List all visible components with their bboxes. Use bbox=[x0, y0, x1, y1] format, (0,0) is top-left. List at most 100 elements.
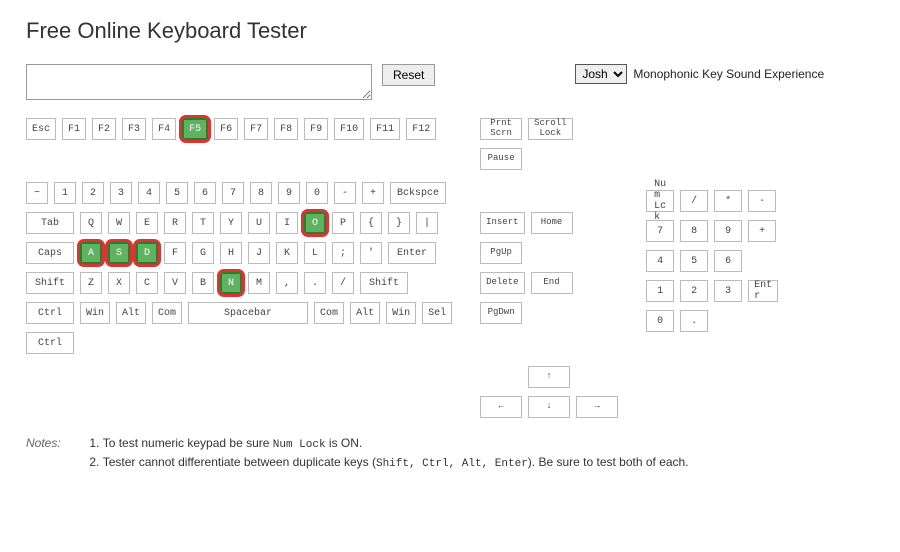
key-win[interactable]: Win bbox=[386, 302, 416, 324]
key-tab[interactable]: Tab bbox=[26, 212, 74, 234]
key--[interactable]: ; bbox=[332, 242, 354, 264]
key-y[interactable]: Y bbox=[220, 212, 242, 234]
key-d[interactable]: D bbox=[136, 242, 158, 264]
key--[interactable]: * bbox=[714, 190, 742, 212]
key-shift[interactable]: Shift bbox=[26, 272, 74, 294]
key-sel[interactable]: Sel bbox=[422, 302, 452, 324]
key--[interactable]: - bbox=[334, 182, 356, 204]
key-8[interactable]: 8 bbox=[680, 220, 708, 242]
key-com[interactable]: Com bbox=[152, 302, 182, 324]
key-scroll-lock[interactable]: ScrollLock bbox=[528, 118, 572, 140]
key-n[interactable]: N bbox=[220, 272, 242, 294]
key-6[interactable]: 6 bbox=[194, 182, 216, 204]
key--[interactable]: | bbox=[416, 212, 438, 234]
key--[interactable]: ↓ bbox=[528, 396, 570, 418]
key-x[interactable]: X bbox=[108, 272, 130, 294]
key-r[interactable]: R bbox=[164, 212, 186, 234]
key-p[interactable]: P bbox=[332, 212, 354, 234]
key-z[interactable]: Z bbox=[80, 272, 102, 294]
key-m[interactable]: M bbox=[248, 272, 270, 294]
key-8[interactable]: 8 bbox=[250, 182, 272, 204]
key-9[interactable]: 9 bbox=[714, 220, 742, 242]
key-g[interactable]: G bbox=[192, 242, 214, 264]
key-f10[interactable]: F10 bbox=[334, 118, 364, 140]
key-f4[interactable]: F4 bbox=[152, 118, 176, 140]
key-j[interactable]: J bbox=[248, 242, 270, 264]
key--[interactable]: - bbox=[748, 190, 776, 212]
key-q[interactable]: Q bbox=[80, 212, 102, 234]
key-l[interactable]: L bbox=[304, 242, 326, 264]
key--[interactable]: + bbox=[748, 220, 776, 242]
key-prnt-scrn[interactable]: PrntScrn bbox=[480, 118, 522, 140]
key-f12[interactable]: F12 bbox=[406, 118, 436, 140]
key--[interactable]: } bbox=[388, 212, 410, 234]
key-c[interactable]: C bbox=[136, 272, 158, 294]
key-insert[interactable]: Insert bbox=[480, 212, 524, 234]
key-h[interactable]: H bbox=[220, 242, 242, 264]
key-end[interactable]: End bbox=[531, 272, 573, 294]
key-i[interactable]: I bbox=[276, 212, 298, 234]
key-alt[interactable]: Alt bbox=[350, 302, 380, 324]
key-win[interactable]: Win bbox=[80, 302, 110, 324]
key-nu-m-lc-k[interactable]: NumLck bbox=[646, 190, 674, 212]
key-3[interactable]: 3 bbox=[714, 280, 742, 302]
keypress-textarea[interactable] bbox=[26, 64, 372, 100]
key-1[interactable]: 1 bbox=[54, 182, 76, 204]
key--[interactable]: ' bbox=[360, 242, 382, 264]
key-caps[interactable]: Caps bbox=[26, 242, 74, 264]
key--[interactable]: ← bbox=[480, 396, 522, 418]
key-0[interactable]: 0 bbox=[646, 310, 674, 332]
key-4[interactable]: 4 bbox=[646, 250, 674, 272]
key-f1[interactable]: F1 bbox=[62, 118, 86, 140]
key-pause[interactable]: Pause bbox=[480, 148, 522, 170]
key-w[interactable]: W bbox=[108, 212, 130, 234]
key-pgdwn[interactable]: PgDwn bbox=[480, 302, 522, 324]
key-2[interactable]: 2 bbox=[82, 182, 104, 204]
key--[interactable]: + bbox=[362, 182, 384, 204]
key-f11[interactable]: F11 bbox=[370, 118, 400, 140]
key-delete[interactable]: Delete bbox=[480, 272, 524, 294]
key-ctrl[interactable]: Ctrl bbox=[26, 332, 74, 354]
key--[interactable]: , bbox=[276, 272, 298, 294]
key-3[interactable]: 3 bbox=[110, 182, 132, 204]
key-f7[interactable]: F7 bbox=[244, 118, 268, 140]
key-bckspce[interactable]: Bckspce bbox=[390, 182, 446, 204]
key--[interactable]: ~ bbox=[26, 182, 48, 204]
key-enter[interactable]: Enter bbox=[388, 242, 436, 264]
reset-button[interactable]: Reset bbox=[382, 64, 435, 86]
key-esc[interactable]: Esc bbox=[26, 118, 56, 140]
key--[interactable]: . bbox=[680, 310, 708, 332]
key-ctrl[interactable]: Ctrl bbox=[26, 302, 74, 324]
key-v[interactable]: V bbox=[164, 272, 186, 294]
key-5[interactable]: 5 bbox=[166, 182, 188, 204]
key-b[interactable]: B bbox=[192, 272, 214, 294]
key--[interactable]: / bbox=[680, 190, 708, 212]
key-alt[interactable]: Alt bbox=[116, 302, 146, 324]
key-f6[interactable]: F6 bbox=[214, 118, 238, 140]
key-f2[interactable]: F2 bbox=[92, 118, 116, 140]
key-4[interactable]: 4 bbox=[138, 182, 160, 204]
key-ent-r[interactable]: Entr bbox=[748, 280, 778, 302]
key-f9[interactable]: F9 bbox=[304, 118, 328, 140]
key-9[interactable]: 9 bbox=[278, 182, 300, 204]
key-home[interactable]: Home bbox=[531, 212, 573, 234]
key-shift[interactable]: Shift bbox=[360, 272, 408, 294]
key-5[interactable]: 5 bbox=[680, 250, 708, 272]
key--[interactable]: { bbox=[360, 212, 382, 234]
key-f3[interactable]: F3 bbox=[122, 118, 146, 140]
key-e[interactable]: E bbox=[136, 212, 158, 234]
key--[interactable]: . bbox=[304, 272, 326, 294]
key-o[interactable]: O bbox=[304, 212, 326, 234]
key-spacebar[interactable]: Spacebar bbox=[188, 302, 308, 324]
key-s[interactable]: S bbox=[108, 242, 130, 264]
key-com[interactable]: Com bbox=[314, 302, 344, 324]
key-f5[interactable]: F5 bbox=[182, 118, 208, 140]
key--[interactable]: ↑ bbox=[528, 366, 570, 388]
key-2[interactable]: 2 bbox=[680, 280, 708, 302]
key-1[interactable]: 1 bbox=[646, 280, 674, 302]
key-7[interactable]: 7 bbox=[222, 182, 244, 204]
key-a[interactable]: A bbox=[80, 242, 102, 264]
key-0[interactable]: 0 bbox=[306, 182, 328, 204]
key-f[interactable]: F bbox=[164, 242, 186, 264]
key-f8[interactable]: F8 bbox=[274, 118, 298, 140]
